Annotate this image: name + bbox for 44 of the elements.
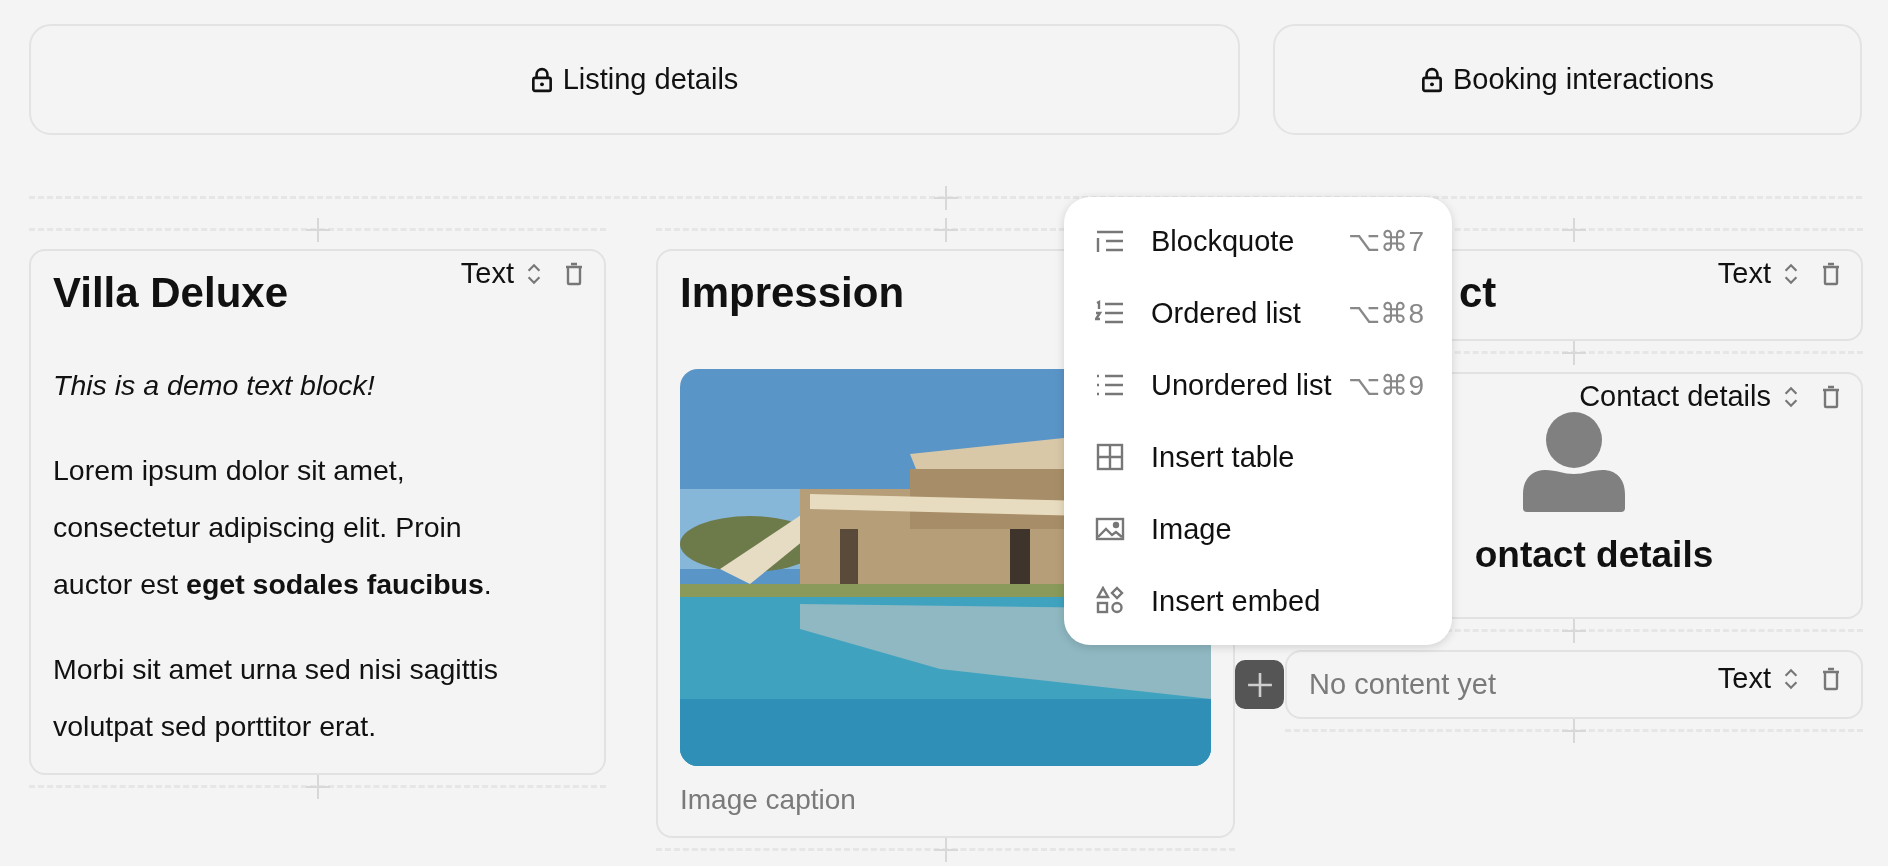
block-type-select[interactable]: Text	[460, 257, 542, 290]
trash-icon[interactable]	[1821, 665, 1841, 692]
person-icon	[1523, 412, 1625, 512]
menu-item[interactable]: Ordered list ⌥⌘8	[1064, 277, 1452, 349]
menu-item[interactable]: Insert table	[1064, 421, 1452, 493]
add-icon[interactable]	[1562, 341, 1586, 365]
add-icon[interactable]	[1562, 218, 1586, 242]
trash-icon[interactable]	[1821, 383, 1841, 410]
add-icon[interactable]	[305, 218, 330, 242]
block-title: Impression	[680, 268, 905, 318]
section-button[interactable]: Listing details	[29, 24, 1240, 135]
trash-icon[interactable]	[1821, 260, 1841, 287]
paragraph: This is a demo text block!	[53, 368, 376, 403]
block-title: Villa Deluxe	[53, 268, 289, 318]
menu-item[interactable]: Image	[1064, 493, 1452, 565]
add-icon[interactable]	[933, 218, 958, 242]
contact-heading: ontact details	[1473, 534, 1714, 576]
trash-icon[interactable]	[564, 260, 584, 287]
add-block-button[interactable]	[1235, 660, 1284, 709]
shortcut-label: ⌥⌘8	[1348, 296, 1424, 330]
paragraph: Lorem ipsum dolor sit amet, consectetur adipiscing elit. Proin auctor est eget sodales faucibus.	[53, 453, 493, 602]
section-button[interactable]: Booking interactions	[1273, 24, 1862, 135]
add-icon[interactable]	[933, 838, 958, 862]
shapes-icon	[1095, 586, 1125, 616]
menu-item[interactable]: Insert embed	[1064, 565, 1452, 637]
block-type-select[interactable]: Contact details	[1579, 380, 1799, 413]
grid-icon	[1095, 442, 1125, 472]
shortcut-label: ⌥⌘7	[1348, 224, 1424, 258]
add-icon[interactable]	[1562, 619, 1586, 643]
plus-icon	[1246, 671, 1273, 698]
add-icon[interactable]	[933, 186, 958, 210]
text-field[interactable]: No content yet	[1309, 668, 1609, 701]
lock-icon	[530, 66, 553, 93]
lock-icon	[1420, 66, 1443, 93]
block-title: ct	[1459, 268, 1497, 318]
paragraph: Morbi sit amet urna sed nisi sagittis volutpat sed porttitor erat.	[53, 652, 500, 744]
caption-field[interactable]: Image caption	[680, 782, 1211, 818]
add-icon[interactable]	[305, 775, 330, 799]
block-type-select[interactable]: Text	[1717, 257, 1799, 290]
menu-item[interactable]: Blockquote ⌥⌘7	[1064, 205, 1452, 277]
menu-item[interactable]: Unordered list ⌥⌘9	[1064, 349, 1452, 421]
shortcut-label: ⌥⌘9	[1348, 368, 1424, 402]
add-icon[interactable]	[1562, 719, 1586, 743]
block-type-select[interactable]: Text	[1717, 662, 1799, 695]
